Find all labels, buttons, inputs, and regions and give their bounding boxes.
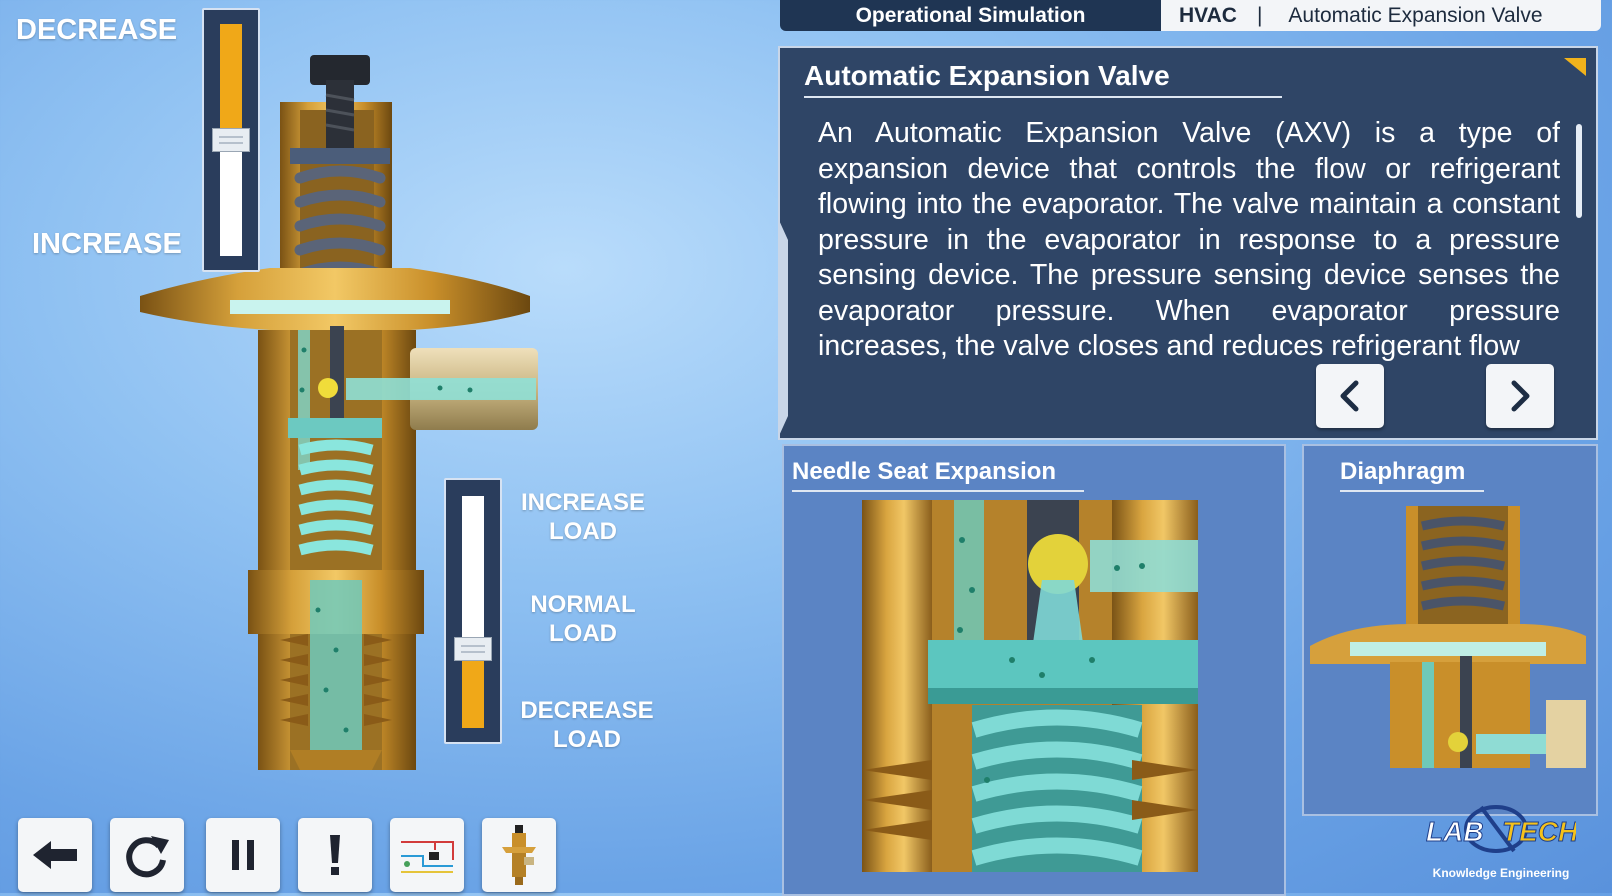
needle-seat-panel: Needle Seat Expansion	[782, 444, 1286, 896]
valve-thumbnail-icon	[502, 825, 536, 885]
info-button[interactable]	[298, 818, 372, 892]
increase-load-label: INCREASE LOAD	[520, 489, 646, 545]
panel-notch	[778, 218, 788, 438]
pause-button[interactable]	[206, 818, 280, 892]
labtech-logo: LAB TECH Knowledge Engineering	[1426, 799, 1580, 880]
previous-button[interactable]	[1316, 364, 1384, 428]
chevron-right-icon	[1511, 380, 1530, 412]
svg-text:LAB: LAB	[1426, 816, 1484, 847]
info-scrollbar[interactable]	[1576, 124, 1582, 218]
info-panel: Automatic Expansion Valve An Automatic E…	[778, 46, 1598, 440]
breadcrumb-topic: Automatic Expansion Valve	[1288, 3, 1543, 27]
spring-decrease-label: DECREASE	[16, 14, 178, 46]
breadcrumb: HVAC | Automatic Expansion Valve	[1161, 0, 1601, 31]
pause-icon	[232, 840, 254, 870]
valve-view-button[interactable]	[482, 818, 556, 892]
info-title: Automatic Expansion Valve	[804, 60, 1282, 98]
normal-load-label: NORMAL LOAD	[530, 591, 636, 647]
redo-icon	[126, 836, 169, 878]
breadcrumb-separator: |	[1256, 3, 1263, 27]
diaphragm-closeup-image	[1310, 506, 1586, 768]
spring-slider-fill	[220, 24, 242, 140]
load-slider-thumb[interactable]	[454, 637, 492, 662]
arrow-left-icon	[33, 841, 77, 869]
load-slider[interactable]	[444, 478, 502, 744]
chevron-left-icon	[1340, 380, 1359, 412]
breadcrumb-category: HVAC	[1179, 3, 1237, 27]
decrease-load-label: DECREASE LOAD	[520, 697, 654, 753]
svg-text:TECH: TECH	[1502, 816, 1576, 847]
needle-seat-title: Needle Seat Expansion	[792, 458, 1084, 492]
exclamation-icon	[330, 835, 340, 875]
circuit-diagram-icon	[401, 841, 454, 873]
labtech-logo-mark: LAB TECH	[1426, 805, 1580, 853]
corner-flag-icon	[1564, 58, 1586, 76]
reset-button[interactable]	[110, 818, 184, 892]
circuit-diagram-button[interactable]	[390, 818, 464, 892]
spring-slider-thumb[interactable]	[212, 128, 250, 152]
back-button[interactable]	[18, 818, 92, 892]
spring-increase-label: INCREASE	[32, 228, 182, 260]
tab-operational-simulation[interactable]: Operational Simulation	[780, 0, 1161, 31]
info-description[interactable]: An Automatic Expansion Valve (AXV) is a …	[818, 116, 1560, 406]
diaphragm-title: Diaphragm	[1340, 458, 1484, 492]
needle-seat-closeup-image	[862, 500, 1198, 872]
next-button[interactable]	[1486, 364, 1554, 428]
diaphragm-panel: Diaphragm	[1302, 444, 1598, 816]
logo-tagline: Knowledge Engineering	[1432, 866, 1570, 880]
spring-tension-slider[interactable]	[202, 8, 260, 272]
